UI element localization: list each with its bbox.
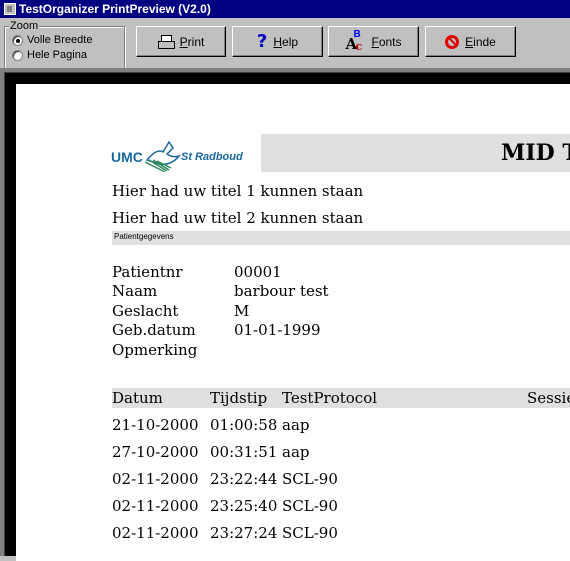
section-label: Patientgegevens	[114, 232, 174, 241]
patient-field-value: M	[234, 302, 250, 320]
radio-whole-page[interactable]	[12, 49, 23, 61]
exit-button-label: Einde	[465, 34, 496, 49]
help-button[interactable]: ? Help	[232, 26, 323, 57]
logo-umc-text: UMC	[111, 149, 143, 165]
patient-field-label: Geb.datum	[112, 321, 196, 339]
zoom-option-label: Volle Breedte	[27, 34, 93, 46]
cell-date: 02-11-2000	[112, 524, 199, 542]
cell-protocol: SCL-90	[282, 470, 338, 488]
logo-radboud-text: St Radboud	[181, 151, 243, 163]
cell-protocol: SCL-90	[282, 497, 338, 515]
toolbar: Zoom Volle Breedte Hele Pagina Print ? H…	[0, 18, 570, 82]
cell-protocol: aap	[282, 443, 310, 461]
zoom-option-label: Hele Pagina	[27, 49, 87, 61]
patient-field-label: Naam	[112, 282, 158, 300]
cell-protocol: aap	[282, 416, 310, 434]
column-header: Datum	[112, 389, 163, 407]
dove-icon	[144, 140, 182, 172]
cell-date: 02-11-2000	[112, 497, 199, 515]
radio-full-width[interactable]	[12, 34, 23, 46]
patient-field-label: Geslacht	[112, 302, 179, 320]
patient-field-value: 01-01-1999	[234, 321, 321, 339]
report-header-title: MID Te	[501, 140, 570, 166]
cell-date: 27-10-2000	[112, 443, 199, 461]
report-header-band: MID Te	[261, 134, 570, 172]
patient-field-label: Opmerking	[112, 341, 198, 359]
question-mark-icon: ?	[256, 30, 268, 52]
exit-button[interactable]: Einde	[425, 26, 516, 57]
cell-time: 01:00:58	[210, 416, 278, 434]
section-band-patient: Patientgegevens	[112, 231, 570, 245]
report-page: UMC St Radboud MID Te Hier had uw titel …	[16, 84, 570, 561]
app-icon	[4, 3, 16, 15]
column-header: Tijdstip	[210, 389, 268, 407]
column-header: TestProtocol	[282, 389, 378, 407]
printer-icon	[157, 34, 175, 49]
report-title-2: Hier had uw titel 2 kunnen staan	[112, 209, 364, 227]
zoom-label: Zoom	[9, 20, 40, 32]
cell-time: 23:22:44	[210, 470, 278, 488]
print-button-label: Print	[179, 34, 205, 49]
column-header: Sessie	[527, 389, 570, 407]
cell-time: 23:27:24	[210, 524, 278, 542]
fonts-icon: ABc	[345, 28, 363, 53]
patient-field-value: barbour test	[234, 282, 329, 300]
window-title: TestOrganizer PrintPreview (V2.0)	[19, 2, 211, 16]
cell-date: 02-11-2000	[112, 470, 199, 488]
cell-protocol: SCL-90	[282, 524, 338, 542]
report-title-1: Hier had uw titel 1 kunnen staan	[112, 182, 364, 200]
preview-area[interactable]: UMC St Radboud MID Te Hier had uw titel …	[0, 68, 570, 561]
preview-frame: UMC St Radboud MID Te Hier had uw titel …	[4, 72, 570, 561]
umc-logo: UMC St Radboud	[111, 138, 251, 172]
help-button-label: Help	[273, 34, 299, 49]
patient-field-label: Patientnr	[112, 263, 183, 281]
print-button[interactable]: Print	[136, 26, 226, 57]
zoom-option-whole-page[interactable]: Hele Pagina	[12, 49, 87, 61]
stop-icon	[445, 34, 460, 49]
title-bar[interactable]: TestOrganizer PrintPreview (V2.0)	[0, 0, 570, 18]
cell-time: 00:31:51	[210, 443, 278, 461]
fonts-button-label: Fonts	[371, 34, 402, 49]
zoom-option-full-width[interactable]: Volle Breedte	[12, 34, 92, 46]
fonts-button[interactable]: ABc Fonts	[328, 26, 419, 57]
cell-time: 23:25:40	[210, 497, 278, 515]
patient-field-value: 00001	[234, 263, 282, 281]
cell-date: 21-10-2000	[112, 416, 199, 434]
